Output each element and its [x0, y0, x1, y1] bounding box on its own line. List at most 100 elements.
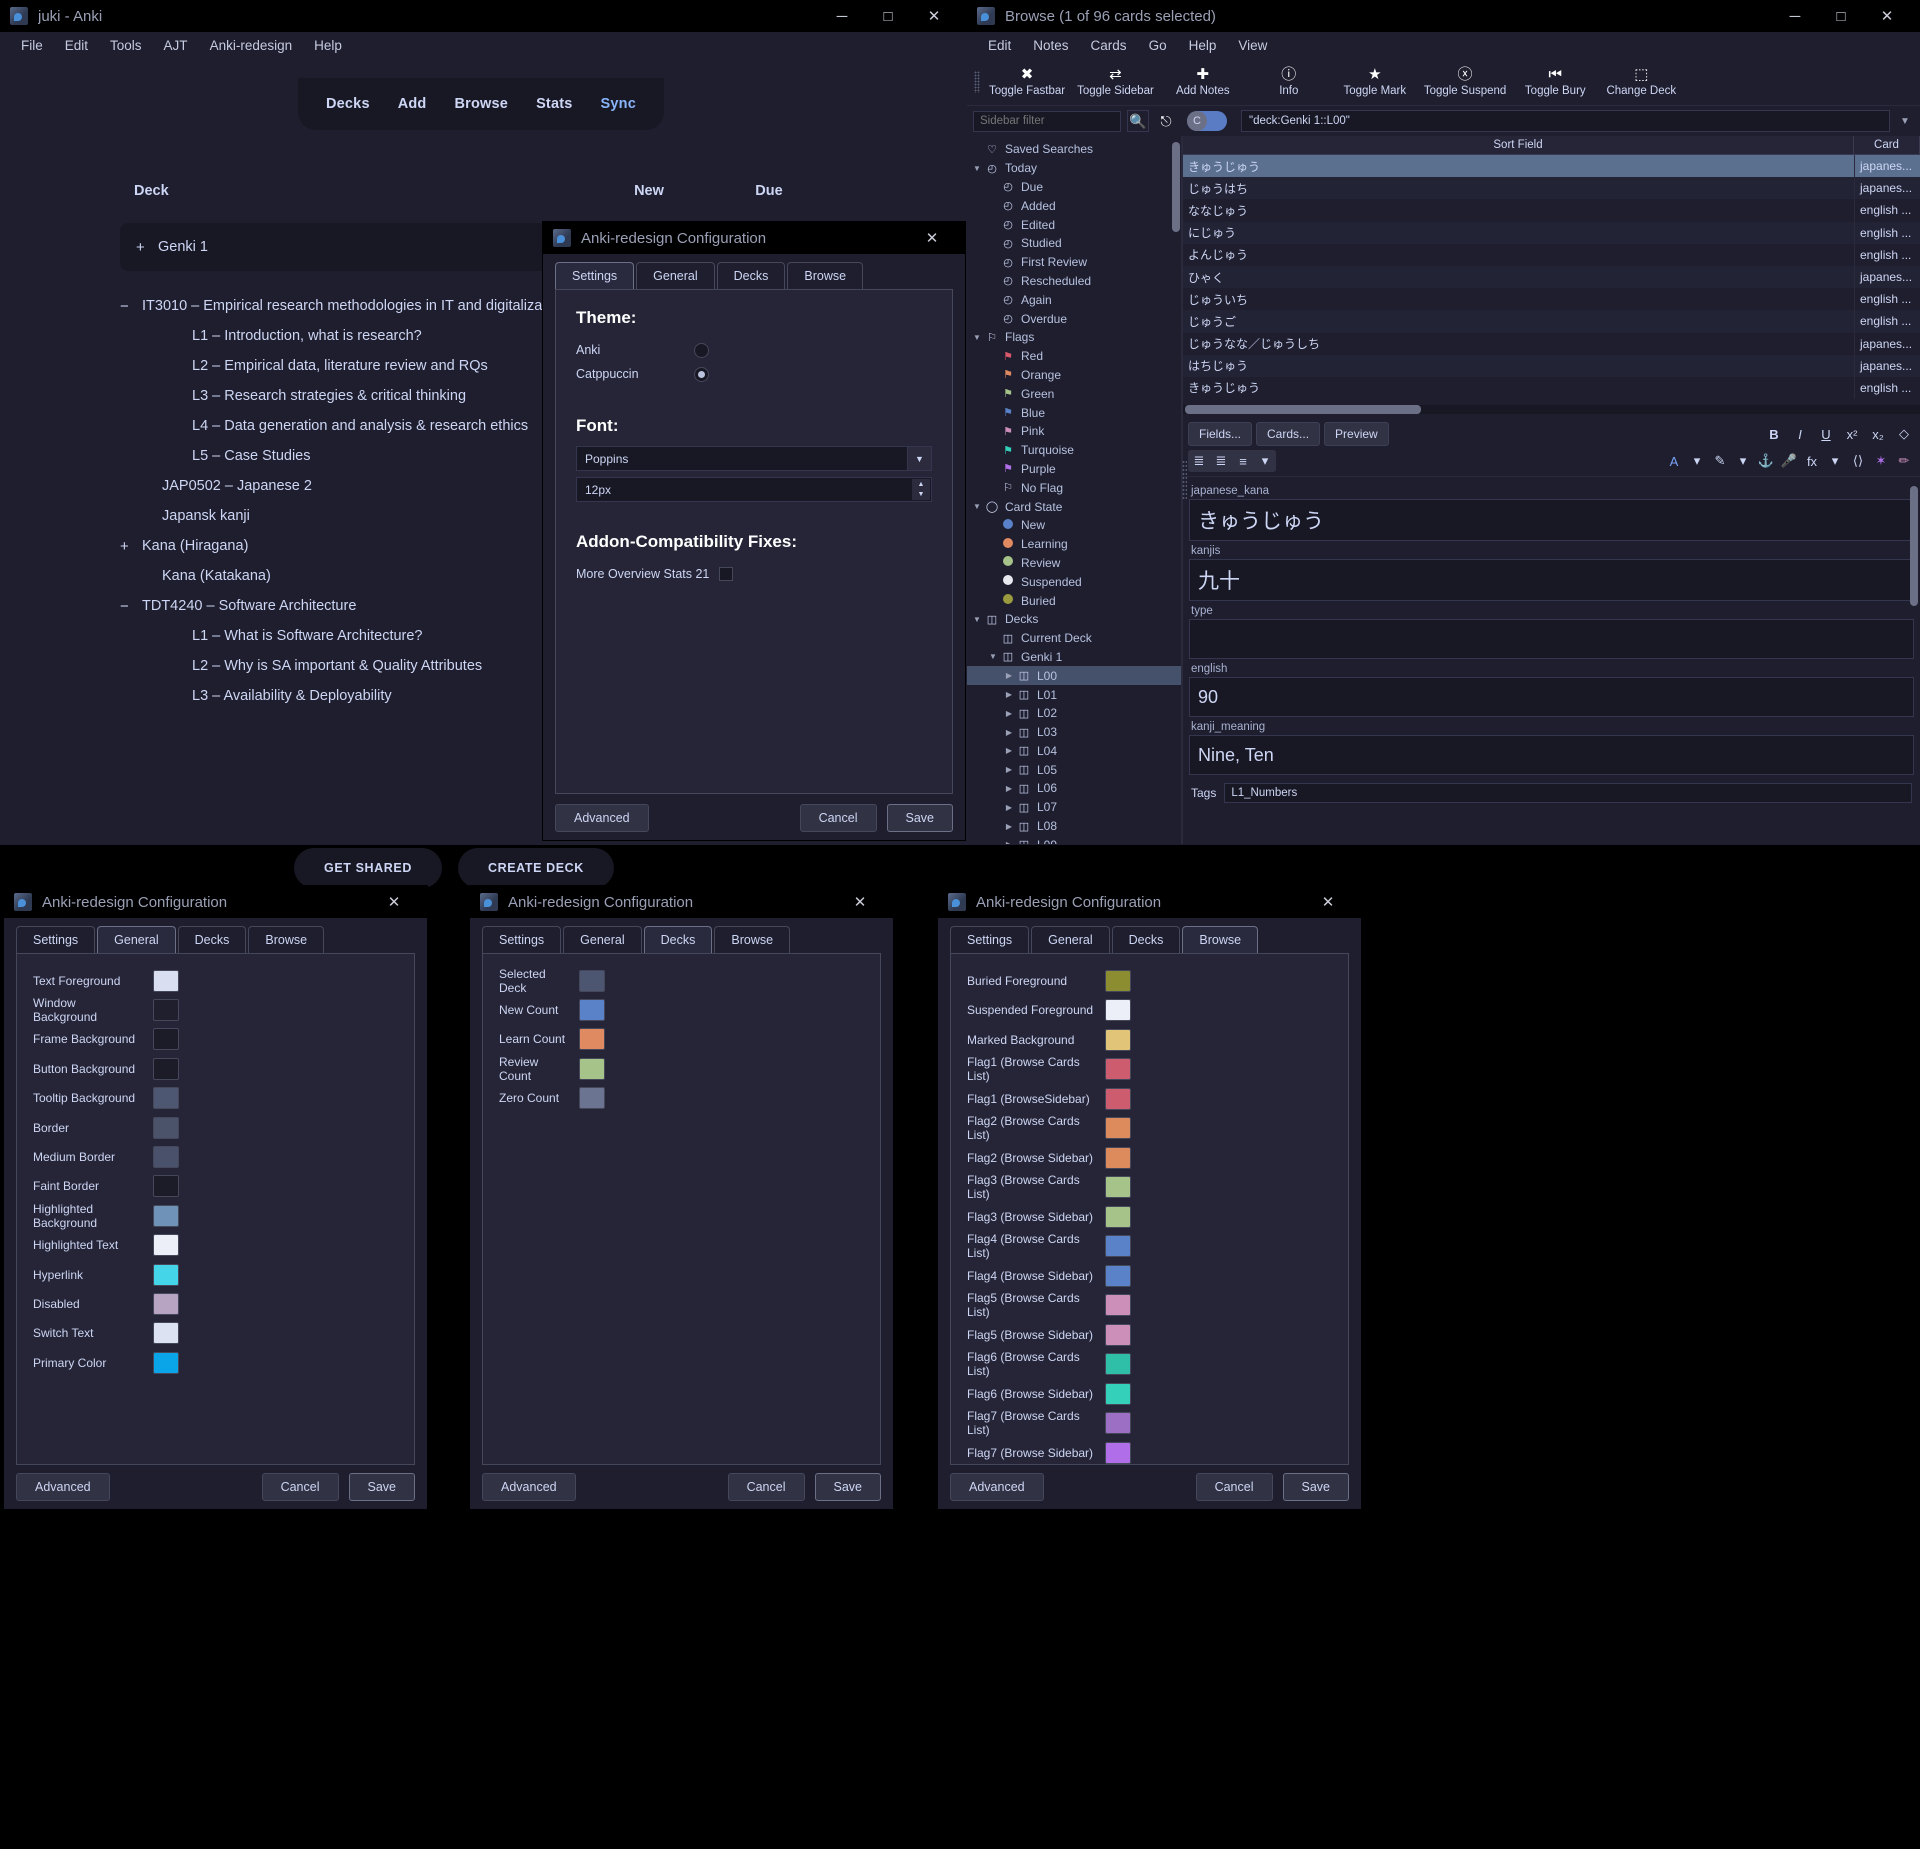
underline-button[interactable]: U	[1815, 423, 1837, 445]
color-swatch-button[interactable]	[153, 1028, 179, 1051]
align-chevron-down-icon[interactable]: ▾	[1254, 450, 1276, 472]
sidebar-item-rescheduled[interactable]: ◴ Rescheduled	[967, 272, 1182, 291]
menu-tools[interactable]: Tools	[99, 35, 153, 56]
sidebar-item-pink[interactable]: ⚑ Pink	[967, 422, 1182, 441]
toolbar-drag-handle[interactable]	[971, 67, 983, 97]
color-swatch-button[interactable]	[153, 969, 179, 992]
sidebar-item-red[interactable]: ⚑ Red	[967, 347, 1182, 366]
sidebar-item-green[interactable]: ⚑ Green	[967, 384, 1182, 403]
sidebar-item-today[interactable]: ▼ ◴ Today	[967, 159, 1182, 178]
sidebar-item-l08[interactable]: ▶ ◫ L08	[967, 817, 1182, 836]
sidebar-item-l00[interactable]: ▶ ◫ L00	[967, 666, 1182, 686]
advanced-button[interactable]: Advanced	[950, 1473, 1044, 1501]
table-row[interactable]: じゅうご english ...	[1183, 310, 1920, 333]
highlight-color-icon[interactable]: ✎	[1709, 450, 1731, 472]
search-icon[interactable]: 🔍	[1127, 110, 1149, 132]
deck-expand-toggle-icon[interactable]: +	[120, 538, 142, 555]
font-size-spin-buttons[interactable]: ▲ ▼	[912, 479, 930, 500]
sidebar-item-l04[interactable]: ▶ ◫ L04	[967, 742, 1182, 761]
nav-stats[interactable]: Stats	[536, 96, 572, 112]
expand-chevron-icon[interactable]: ▶	[1003, 746, 1015, 755]
config-decks-close-icon[interactable]: ✕	[837, 886, 883, 918]
sidebar-item-edited[interactable]: ◴ Edited	[967, 215, 1182, 234]
color-swatch-button[interactable]	[1105, 1382, 1131, 1405]
toolbar-toggle-bury-button[interactable]: ⏮ Toggle Bury	[1512, 64, 1598, 99]
tab-decks[interactable]: Decks	[1111, 926, 1181, 953]
tab-decks[interactable]: Decks	[177, 926, 247, 953]
browse-menu-notes[interactable]: Notes	[1022, 35, 1079, 56]
spin-up-icon[interactable]: ▲	[912, 479, 930, 490]
tab-general[interactable]: General	[636, 262, 715, 289]
advanced-button[interactable]: Advanced	[16, 1473, 110, 1501]
cancel-button[interactable]: Cancel	[261, 1473, 339, 1501]
table-row[interactable]: じゅういち english ...	[1183, 288, 1920, 311]
color-swatch-button[interactable]	[1105, 1441, 1131, 1464]
expand-chevron-icon[interactable]: ▼	[971, 164, 983, 173]
browse-menu-help[interactable]: Help	[1178, 35, 1228, 56]
fields-button[interactable]: Fields...	[1188, 422, 1253, 446]
color-swatch-button[interactable]	[1105, 1235, 1131, 1258]
table-row[interactable]: じゅうなな／じゅうしち japanes...	[1183, 332, 1920, 355]
toolbar-toggle-sidebar-button[interactable]: ⇄ Toggle Sidebar	[1071, 64, 1160, 99]
table-row[interactable]: よんじゅう english ...	[1183, 243, 1920, 266]
edit-pen-icon[interactable]: ✏	[1893, 450, 1915, 472]
expand-chevron-icon[interactable]: ▶	[1003, 671, 1015, 680]
sidebar-item-card-state[interactable]: ▼ ◯ Card State	[967, 497, 1182, 516]
theme-radio-catppuccin[interactable]	[694, 366, 709, 382]
color-swatch-button[interactable]	[153, 1087, 179, 1110]
sidebar-item-current-deck[interactable]: ◫ Current Deck	[967, 629, 1182, 648]
tab-general[interactable]: General	[97, 926, 176, 953]
color-swatch-button[interactable]	[153, 1175, 179, 1198]
sidebar-item-l05[interactable]: ▶ ◫ L05	[967, 760, 1182, 779]
tab-settings[interactable]: Settings	[950, 926, 1030, 953]
field-input-kanjis[interactable]: 九十	[1189, 559, 1914, 601]
editor-drag-handle[interactable]	[1182, 460, 1187, 500]
search-input[interactable]: "deck:Genki 1::L00"	[1241, 110, 1890, 132]
table-row[interactable]: じゅうはち japanes...	[1183, 177, 1920, 200]
menu-anki-redesign[interactable]: Anki-redesign	[199, 35, 304, 56]
color-swatch-button[interactable]	[153, 1204, 179, 1227]
sidebar-item-l09[interactable]: ▶◫ L09	[967, 835, 1182, 844]
sidebar-filter-input[interactable]	[973, 110, 1121, 132]
align-icon[interactable]: ≡	[1232, 450, 1254, 472]
color-swatch-button[interactable]	[153, 999, 179, 1022]
tab-browse[interactable]: Browse	[1182, 926, 1259, 953]
color-swatch-button[interactable]	[153, 1057, 179, 1080]
expand-chevron-icon[interactable]: ▼	[987, 652, 999, 661]
table-row[interactable]: にじゅう english ...	[1183, 221, 1920, 244]
expand-chevron-icon[interactable]: ▶	[1003, 728, 1015, 737]
tab-general[interactable]: General	[563, 926, 642, 953]
sidebar-item-l03[interactable]: ▶ ◫ L03	[967, 723, 1182, 742]
color-swatch-button[interactable]	[1105, 1412, 1131, 1435]
toolbar-change-deck-button[interactable]: ⬚ Change Deck	[1598, 64, 1684, 99]
text-color-icon[interactable]: A	[1663, 450, 1685, 472]
sidebar-scrollbar[interactable]	[1172, 142, 1180, 232]
preview-button[interactable]: Preview	[1324, 422, 1389, 446]
sidebar-item-l01[interactable]: ▶ ◫ L01	[967, 685, 1182, 704]
attach-icon[interactable]: ⚓	[1755, 450, 1777, 472]
sidebar-item-studied[interactable]: ◴ Studied	[967, 234, 1182, 253]
color-swatch-button[interactable]	[579, 1028, 605, 1051]
save-button[interactable]: Save	[886, 804, 953, 832]
deck-expand-toggle-icon[interactable]: −	[120, 298, 142, 315]
color-swatch-button[interactable]	[1105, 1294, 1131, 1317]
select-region-icon[interactable]: ⎋	[1155, 110, 1177, 132]
color-swatch-button[interactable]	[1105, 1176, 1131, 1199]
color-swatch-button[interactable]	[153, 1146, 179, 1169]
sidebar-item-overdue[interactable]: ◴ Overdue	[967, 309, 1182, 328]
color-swatch-button[interactable]	[1105, 1205, 1131, 1228]
table-row[interactable]: きゅうじゅう english ...	[1183, 376, 1920, 400]
minimize-button[interactable]: ─	[819, 0, 865, 32]
tags-input[interactable]: L1_Numbers	[1224, 783, 1912, 803]
color-swatch-button[interactable]	[1105, 1058, 1131, 1081]
record-audio-icon[interactable]: 🎤	[1778, 450, 1800, 472]
sidebar-item-flags[interactable]: ▼ ⚐ Flags	[967, 328, 1182, 347]
editor-scrollbar[interactable]	[1910, 486, 1918, 606]
color-swatch-button[interactable]	[1105, 1028, 1131, 1051]
cancel-button[interactable]: Cancel	[1195, 1473, 1273, 1501]
expand-chevron-icon[interactable]: ▶	[1003, 765, 1015, 774]
sidebar-item-l07[interactable]: ▶ ◫ L07	[967, 798, 1182, 817]
sidebar-item-learning[interactable]: Learning	[967, 535, 1182, 554]
expand-chevron-icon[interactable]: ▶	[1003, 784, 1015, 793]
nav-sync[interactable]: Sync	[601, 96, 636, 112]
